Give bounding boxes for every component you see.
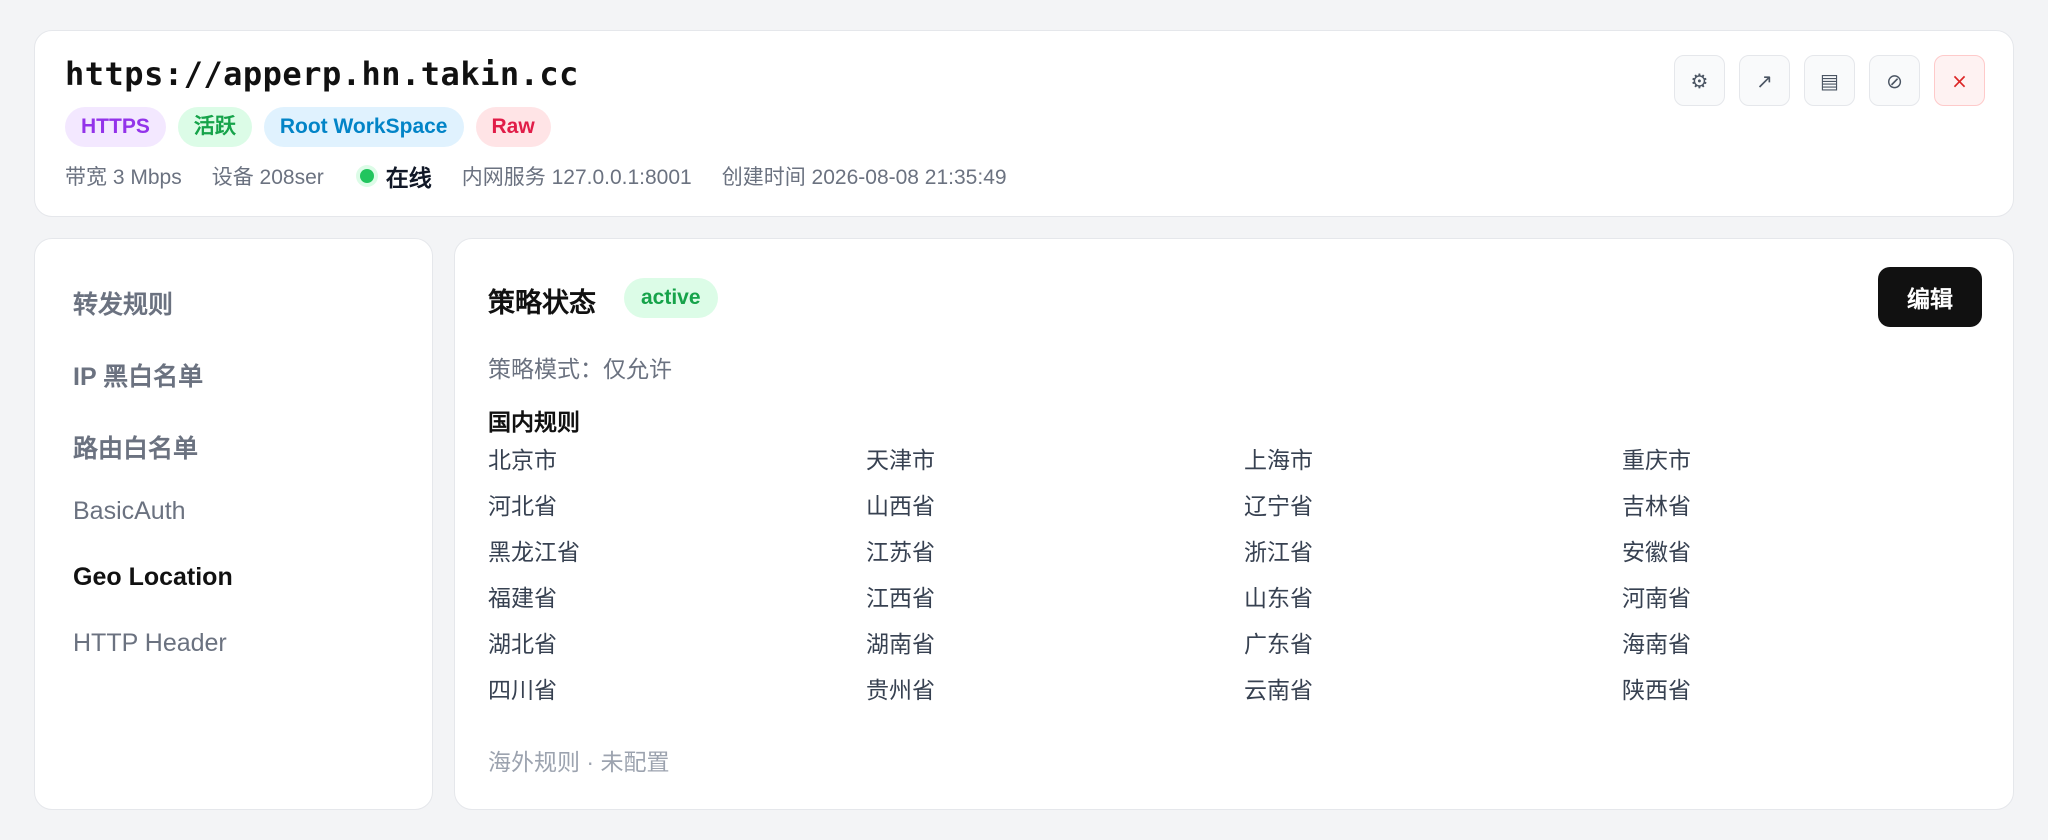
logs-button[interactable]: ▤ [1804,55,1855,106]
arrow-up-right-icon: ↗ [1756,68,1773,93]
sidebar-item-basicauth[interactable]: BasicAuth [73,497,186,526]
sidebar-item-ip-list[interactable]: IP 黑白名单 [73,357,203,393]
region-item: 河南省 [1622,585,1691,611]
ban-icon: ⊘ [1886,68,1903,93]
region-item: 福建省 [488,585,557,611]
region-item: 广东省 [1244,631,1313,657]
sidebar-item-route-whitelist[interactable]: 路由白名单 [73,429,198,465]
policy-mode-text: 策略模式：仅允许 [488,356,672,382]
sidebar-item-http-header[interactable]: HTTP Header [73,629,227,658]
created-time-text: 创建时间 2026-08-08 21:35:49 [721,166,1007,189]
region-item: 北京市 [488,447,557,473]
list-icon: ▤ [1820,68,1839,93]
region-grid: 北京市 天津市 上海市 重庆市河北省 山西省 辽宁省 吉林省黑龙江省 江苏省 浙江省 安徽省福建省… [488,444,2000,720]
overseas-rules-text: 海外规则 · 未配置 [488,749,670,775]
region-item: 浙江省 [1244,539,1313,565]
region-item: 辽宁省 [1244,493,1313,519]
bandwidth-text: 带宽 3 Mbps [65,166,182,189]
tag-badge: Raw [475,107,551,147]
device-text: 设备 208ser [211,166,324,189]
region-item: 山西省 [866,493,935,519]
region-item: 黑龙江省 [488,539,580,565]
tag-badge: Root WorkSpace [263,107,464,147]
region-item: 重庆市 [1622,447,1691,473]
region-item: 云南省 [1244,677,1313,703]
endpoint-header-card: https://apperp.hn.takin.cc HTTPS 活跃 Root W… [34,30,2014,217]
sidebar-item-geo-location[interactable]: Geo Location [73,563,233,592]
endpoint-meta: 带宽 3 Mbps 设备 208ser 在线 内网服务 127.0.0.1:80… [65,159,1037,193]
region-item: 江苏省 [866,539,935,565]
disable-button[interactable]: ⊘ [1869,55,1920,106]
region-item: 安徽省 [1622,539,1691,565]
endpoint-url: https://apperp.hn.takin.cc [65,55,579,93]
region-item: 山东省 [1244,585,1313,611]
geo-policy-panel: 策略状态 active 编辑 策略模式：仅允许 国内规则 北京市 天津市 上海市 重庆… [454,238,2014,810]
open-external-button[interactable]: ↗ [1739,55,1790,106]
tag-badge: HTTPS [65,107,166,147]
settings-button[interactable]: ⚙ [1674,55,1725,106]
close-icon: × [1951,68,1968,93]
tag-list: HTTPS 活跃 Root WorkSpace Raw [65,107,551,147]
region-item: 四川省 [488,677,557,703]
edit-button[interactable]: 编辑 [1878,267,1982,327]
delete-button[interactable]: × [1934,55,1985,106]
region-item: 陕西省 [1622,677,1691,703]
status-text: 在线 [385,165,432,191]
region-item: 贵州省 [866,677,935,703]
region-item: 上海市 [1244,447,1313,473]
region-item: 江西省 [866,585,935,611]
policy-sidebar: 转发规则 IP 黑白名单 路由白名单 BasicAuth Geo Locatio… [34,238,433,810]
internal-service-text: 内网服务 127.0.0.1:8001 [461,166,692,189]
region-item: 天津市 [866,447,935,473]
region-item: 湖南省 [866,631,935,657]
sidebar-item-forward-rules[interactable]: 转发规则 [73,285,173,321]
domestic-rules-title: 国内规则 [488,409,580,435]
status-badge: active [624,278,718,318]
tag-badge: 活跃 [177,107,252,147]
header-actions: ⚙ ↗ ▤ ⊘ × [1674,55,1985,106]
status-dot-icon [359,169,374,183]
region-item: 吉林省 [1622,493,1691,519]
region-item: 湖北省 [488,631,557,657]
gear-icon: ⚙ [1690,68,1709,93]
region-item: 河北省 [488,493,557,519]
policy-status-title: 策略状态 [488,288,596,318]
online-status: 在线 [354,159,432,193]
region-item: 海南省 [1622,631,1691,657]
